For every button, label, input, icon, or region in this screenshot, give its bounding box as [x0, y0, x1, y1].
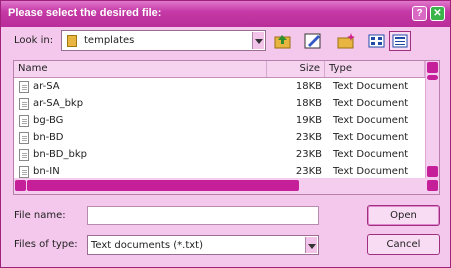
details-view-icon — [392, 34, 408, 48]
text-file-icon — [19, 166, 29, 178]
file-name: ar-SA — [33, 81, 60, 92]
look-in-label: Look in: — [14, 35, 54, 46]
list-view-button[interactable] — [366, 31, 388, 51]
file-size: 23KB — [295, 132, 322, 143]
details-view-button[interactable] — [389, 31, 411, 51]
look-in-value: templates — [84, 35, 135, 46]
up-folder-button[interactable] — [272, 31, 294, 51]
scroll-down-icon[interactable] — [427, 166, 438, 177]
up-folder-icon — [274, 35, 291, 49]
file-row[interactable]: bg-BG 19KB Text Document — [14, 113, 425, 130]
close-button[interactable]: ✕ — [430, 6, 445, 21]
help-button[interactable]: ? — [412, 6, 427, 21]
file-type: Text Document — [333, 115, 409, 126]
title-bar[interactable]: Please select the desired file: ? ✕ — [1, 1, 450, 27]
file-name-label: File name: — [14, 210, 66, 221]
file-row[interactable]: ar-SA_bkp 18KB Text Document — [14, 96, 425, 113]
file-type: Text Document — [333, 98, 409, 109]
list-header: Name Size Type — [14, 61, 425, 78]
new-folder-button[interactable] — [335, 31, 357, 51]
file-name: bn-BD_bkp — [33, 149, 87, 160]
folder-icon — [67, 35, 77, 47]
file-size: 23KB — [295, 166, 322, 177]
look-in-select[interactable]: templates — [61, 30, 266, 51]
column-type[interactable]: Type — [325, 61, 425, 77]
list-view-icon — [368, 34, 385, 48]
text-file-icon — [19, 132, 29, 144]
chevron-down-icon[interactable] — [305, 237, 317, 253]
file-row[interactable]: bn-BD 23KB Text Document — [14, 130, 425, 147]
file-name: bg-BG — [33, 115, 64, 126]
horizontal-scroll-thumb[interactable] — [27, 180, 299, 191]
column-name[interactable]: Name — [14, 61, 267, 77]
file-type: Text Document — [333, 81, 409, 92]
file-type-select[interactable]: Text documents (*.txt) — [87, 235, 319, 255]
file-size: 23KB — [295, 149, 322, 160]
text-file-icon — [19, 98, 29, 110]
open-button[interactable]: Open — [367, 205, 440, 226]
scroll-up-icon[interactable] — [427, 62, 438, 73]
file-type: Text Document — [333, 149, 409, 160]
file-row[interactable]: bn-BD_bkp 23KB Text Document — [14, 147, 425, 164]
file-type: Text Document — [333, 166, 409, 177]
file-list[interactable]: Name Size Type ar-SA 18KB Text Document … — [13, 60, 440, 195]
new-folder-icon — [337, 33, 355, 49]
cancel-button[interactable]: Cancel — [367, 234, 440, 255]
dialog-title: Please select the desired file: — [8, 7, 162, 19]
vertical-scroll-thumb[interactable] — [427, 75, 438, 80]
file-row[interactable]: ar-SA 18KB Text Document — [14, 79, 425, 96]
file-name: bn-BD — [33, 132, 64, 143]
chevron-down-icon[interactable] — [252, 32, 264, 49]
file-size: 18KB — [295, 81, 322, 92]
file-size: 19KB — [295, 115, 322, 126]
file-dialog: Please select the desired file: ? ✕ Look… — [0, 0, 451, 268]
file-name-input[interactable] — [87, 206, 319, 225]
column-size[interactable]: Size — [267, 61, 325, 77]
text-file-icon — [19, 149, 29, 161]
file-type-value: Text documents (*.txt) — [91, 240, 203, 251]
vertical-scrollbar[interactable] — [425, 61, 439, 178]
file-type-label: Files of type: — [14, 239, 78, 250]
file-name: ar-SA_bkp — [33, 98, 84, 109]
file-type: Text Document — [333, 132, 409, 143]
scroll-left-icon[interactable] — [15, 180, 26, 191]
file-name: bn-IN — [33, 166, 60, 177]
file-size: 18KB — [295, 98, 322, 109]
horizontal-scrollbar[interactable] — [14, 178, 439, 194]
scroll-right-icon[interactable] — [427, 180, 438, 191]
edit-icon — [304, 33, 321, 49]
edit-folder-button[interactable] — [302, 31, 324, 51]
text-file-icon — [19, 115, 29, 127]
text-file-icon — [19, 81, 29, 93]
